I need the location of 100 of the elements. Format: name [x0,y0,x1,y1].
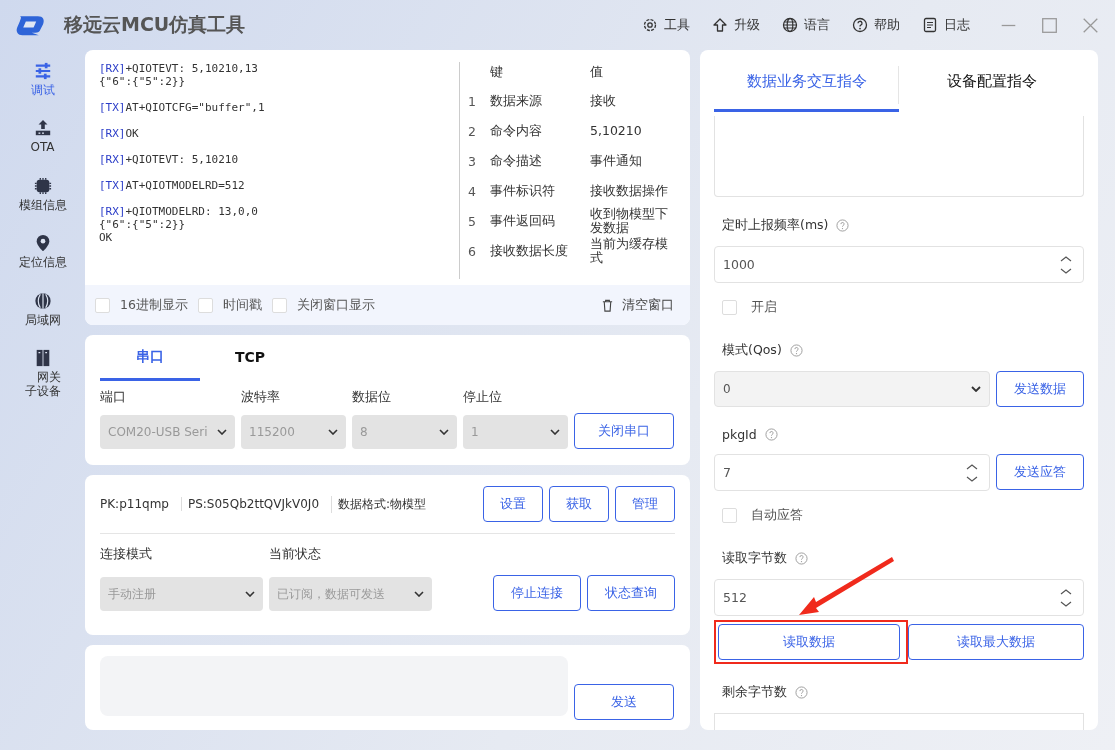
chip-icon [33,176,52,195]
row-number: 6 [468,243,477,259]
close-port-button[interactable]: 关闭串口 [574,413,674,449]
field-label: pkgId [722,427,757,442]
read-button[interactable]: 读取最大数据 [908,624,1084,660]
log-text: AT+QIOTCFG="buffer",1 [125,101,265,114]
sidebar-item[interactable]: 调试 [30,62,55,98]
clear-button[interactable]: 清空窗口 [595,295,680,315]
checkbox[interactable] [197,297,213,313]
checkbox-label: 16进制显示 [120,296,188,314]
table-cell-text: 命令内容 [490,122,543,140]
log-text: OK [125,127,139,140]
checkbox-label: 开启 [751,299,777,316]
field-label: 端口 [100,389,127,406]
log-tag: [RX] [99,127,126,140]
column-header: 值 [590,65,604,79]
log-text: {"6":{"5":2}} [99,218,186,231]
close-icon[interactable] [1082,16,1099,34]
tab[interactable]: 串口 [100,335,200,381]
log-tag: [RX] [99,205,126,218]
checkbox-label: 自动应答 [751,507,803,524]
checkbox[interactable] [722,508,737,523]
sidebar-item[interactable]: 网关子设备 [24,348,61,399]
number-field[interactable]: 7 [714,454,990,491]
action-button[interactable]: 状态查询 [587,575,675,611]
row-number: 4 [468,183,477,199]
row-number: 3 [468,153,477,169]
table-cell-text: 命令描述 [490,152,543,170]
log-text: +QIOTMODELRD: 13,0,0 [125,205,258,218]
number-field[interactable]: 1000 [714,246,1084,283]
tab[interactable]: 数据业务交互指令 [714,54,899,112]
action-button[interactable]: 停止连接 [493,575,581,611]
field-label: 剩余字节数 [722,684,787,701]
sidebar-item[interactable]: 定位信息 [18,234,67,270]
checkbox[interactable] [271,297,287,313]
sliders-icon [33,62,52,80]
chevron-icon [245,591,255,597]
row-number: 1 [468,93,477,109]
globe-icon [33,291,52,310]
checkbox[interactable] [722,300,737,315]
table-cell-text: 5,10210 [590,124,643,138]
log-text: +QIOTEVT: 5,10210 [125,153,239,166]
send-button[interactable]: 发送 [574,684,674,720]
log-text: {"6":{"5":2}} [99,75,186,88]
menu-item[interactable]: 日志 [922,16,970,34]
trash-icon [601,298,614,312]
read-button[interactable]: 读取数据 [718,624,900,660]
tab[interactable]: 设备配置指令 [899,54,1084,112]
number-field[interactable]: 512 [714,579,1084,616]
menu-item[interactable]: 帮助 [852,16,900,34]
row-number: 2 [468,123,477,139]
action-button[interactable]: 发送数据 [996,371,1084,407]
tab[interactable]: TCP [200,335,300,381]
action-button[interactable]: 管理 [615,486,675,522]
sidebar-item[interactable]: 模组信息 [18,176,67,213]
menu-item[interactable]: 语言 [782,16,830,34]
table-cell-text: 接收数据操作 [590,184,669,198]
log-tag: [RX] [99,153,126,166]
log-text: AT+QIOTMODELRD=512 [125,179,245,192]
maximize-icon[interactable] [1041,16,1058,34]
row-number: 5 [468,213,477,229]
log-text: OK [99,231,113,244]
help-icon [852,17,868,33]
chevron-icon [217,429,227,435]
sidebar-item[interactable]: OTA [30,119,55,155]
upload-icon [33,119,52,138]
checkbox-label: 时间戳 [222,296,262,314]
field-label: 连接模式 [100,546,153,563]
field-label: 读取字节数 [722,550,787,567]
field-label: 当前状态 [269,546,322,563]
field-label: 数据位 [352,389,392,406]
field-label: 停止位 [463,389,503,406]
help-icon [836,219,850,232]
field-label: 定时上报频率(ms) [722,217,829,234]
field-label: 波特率 [241,389,281,406]
action-button[interactable]: 获取 [549,486,609,522]
table-cell-text: 事件返回码 [490,212,556,230]
chevron-icon [550,429,560,435]
help-icon [795,552,808,565]
chevron-icon [439,429,449,435]
log-tag: [RX] [99,62,126,75]
table-cell-text: 接收 [590,94,617,108]
menu-item[interactable]: 升级 [712,16,760,34]
select-field[interactable]: 0 [714,371,990,407]
chevron-icon [328,429,338,435]
action-button[interactable]: 设置 [483,486,543,522]
table-cell-text: 事件通知 [590,154,643,168]
up-arrow-icon [712,17,728,33]
action-button[interactable]: 发送应答 [996,454,1084,490]
checkbox[interactable] [95,297,110,313]
app-title: 移远云MCU仿真工具 [64,12,246,37]
menu-item[interactable]: 工具 [642,16,690,34]
help-icon [764,428,778,441]
text-area[interactable] [714,116,1084,197]
help-icon [795,686,808,699]
log-tag: [TX] [99,179,126,192]
document-icon [922,17,938,33]
chevron-icon [971,386,981,392]
log-tag: [TX] [99,101,126,114]
sidebar-item[interactable]: 局域网 [24,291,61,327]
